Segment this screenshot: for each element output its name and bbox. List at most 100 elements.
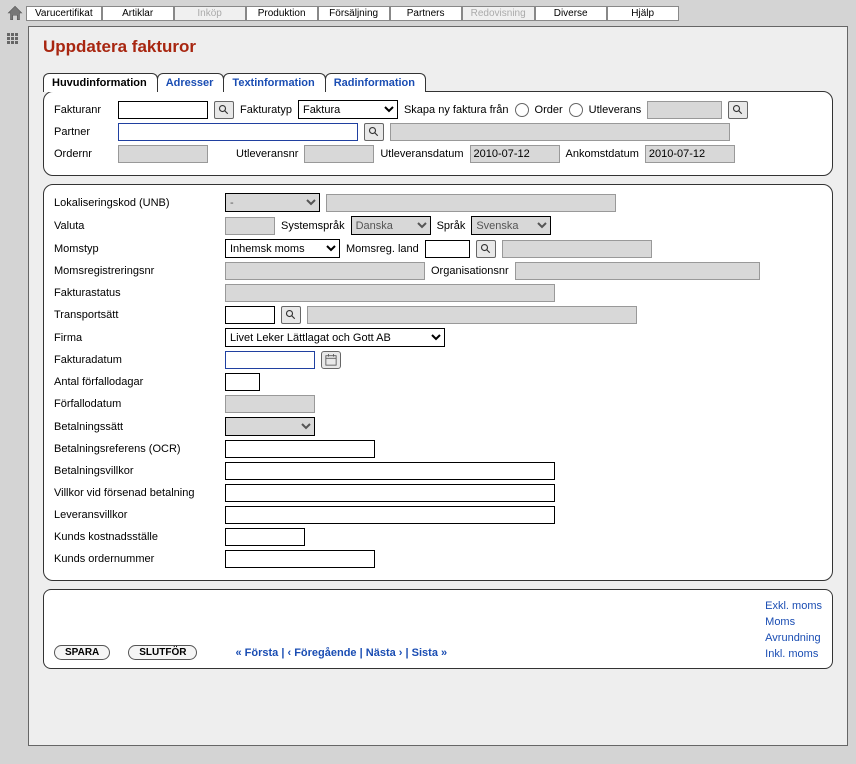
totals-box: Exkl. moms Moms Avrundning Inkl. moms	[765, 598, 822, 662]
tab-hjalp[interactable]: Hjälp	[607, 6, 679, 21]
ordernr-label: Ordernr	[54, 148, 112, 160]
ankomstdatum-label: Ankomstdatum	[566, 148, 639, 160]
betalningssatt-select[interactable]	[225, 417, 315, 436]
betalningsvillkor-label: Betalningsvillkor	[54, 465, 219, 477]
momsregland-lookup-icon[interactable]	[476, 240, 496, 258]
ocr-input[interactable]	[225, 440, 375, 458]
kostnadsstalle-label: Kunds kostnadsställe	[54, 531, 219, 543]
betalningssatt-label: Betalningssätt	[54, 421, 219, 433]
forfallodatum-label: Förfallodatum	[54, 398, 219, 410]
forfallodagar-label: Antal förfallodagar	[54, 376, 219, 388]
order-radio[interactable]	[515, 103, 529, 117]
tab-produktion[interactable]: Produktion	[246, 6, 318, 21]
fakturanr-label: Fakturanr	[54, 104, 112, 116]
last-link[interactable]: Sista »	[412, 647, 447, 659]
systemsprak-label: Systemspråk	[281, 220, 345, 232]
transportsatt-display	[307, 306, 637, 324]
organisationsnr-input	[515, 262, 760, 280]
sprak-select: Svenska	[471, 216, 551, 235]
forsenad-input[interactable]	[225, 484, 555, 502]
utleverans-input[interactable]	[647, 101, 722, 119]
forfallodagar-input[interactable]	[225, 373, 260, 391]
utleverans-lookup-icon[interactable]	[728, 101, 748, 119]
tab-radinformation[interactable]: Radinformation	[325, 73, 426, 92]
lokalisering-display	[326, 194, 616, 212]
order-label: Order	[535, 104, 563, 116]
sprak-label: Språk	[437, 220, 466, 232]
total-avrundning: Avrundning	[765, 630, 822, 646]
momsregnr-input	[225, 262, 425, 280]
next-link[interactable]: Nästa ›	[366, 647, 403, 659]
kostnadsstalle-input[interactable]	[225, 528, 305, 546]
prev-link[interactable]: ‹ Föregående	[287, 647, 356, 659]
tab-huvudinformation[interactable]: Huvudinformation	[43, 73, 158, 92]
leveransvillkor-input[interactable]	[225, 506, 555, 524]
tab-inkop: Inköp	[174, 6, 246, 21]
tab-varucertifikat[interactable]: Varucertifikat	[26, 6, 102, 21]
first-link[interactable]: « Första	[235, 647, 278, 659]
save-button[interactable]: SPARA	[54, 645, 110, 660]
calendar-icon[interactable]	[321, 351, 341, 369]
momsregnr-label: Momsregistreringsnr	[54, 265, 219, 277]
side-menu-icon[interactable]	[4, 30, 22, 48]
utleveransdatum-label: Utleveransdatum	[380, 148, 463, 160]
ordernummer-input[interactable]	[225, 550, 375, 568]
fakturatyp-select[interactable]: Faktura	[298, 100, 398, 119]
tab-diverse[interactable]: Diverse	[535, 6, 607, 21]
utleverans-radio[interactable]	[569, 103, 583, 117]
fakturadatum-input[interactable]	[225, 351, 315, 369]
tab-adresser[interactable]: Adresser	[157, 73, 225, 92]
utleveransnr-label: Utleveransnr	[236, 148, 298, 160]
total-inkl: Inkl. moms	[765, 646, 822, 662]
lokalisering-label: Lokaliseringskod (UNB)	[54, 197, 219, 209]
pagination: « Första | ‹ Föregående | Nästa › | Sist…	[235, 647, 447, 659]
momstyp-select[interactable]: Inhemsk moms	[225, 239, 340, 258]
ankomstdatum-input	[645, 145, 735, 163]
partner-lookup-icon[interactable]	[364, 123, 384, 141]
partner-name-display	[390, 123, 730, 141]
tab-forsaljning[interactable]: Försäljning	[318, 6, 390, 21]
page-title: Uppdatera fakturor	[43, 37, 833, 57]
ordernummer-label: Kunds ordernummer	[54, 553, 219, 565]
utleverans-label: Utleverans	[589, 104, 642, 116]
firma-label: Firma	[54, 332, 219, 344]
organisationsnr-label: Organisationsnr	[431, 265, 509, 277]
footer-section: SPARA SLUTFÖR « Första | ‹ Föregående | …	[43, 589, 833, 669]
transportsatt-label: Transportsätt	[54, 309, 219, 321]
tab-artiklar[interactable]: Artiklar	[102, 6, 174, 21]
section-details: Lokaliseringskod (UNB) - Valuta Systemsp…	[43, 184, 833, 581]
utleveransnr-input	[304, 145, 374, 163]
total-moms: Moms	[765, 614, 822, 630]
ordernr-input	[118, 145, 208, 163]
tab-textinformation[interactable]: Textinformation	[223, 73, 325, 92]
betalningsvillkor-input[interactable]	[225, 462, 555, 480]
momsregland-label: Momsreg. land	[346, 243, 419, 255]
forsenad-label: Villkor vid försenad betalning	[54, 487, 219, 499]
home-icon[interactable]	[6, 4, 24, 22]
fakturadatum-label: Fakturadatum	[54, 354, 219, 366]
firma-select[interactable]: Livet Leker Lättlagat och Gott AB	[225, 328, 445, 347]
valuta-input	[225, 217, 275, 235]
utleveransdatum-input	[470, 145, 560, 163]
leveransvillkor-label: Leveransvillkor	[54, 509, 219, 521]
forfallodatum-input	[225, 395, 315, 413]
transportsatt-input[interactable]	[225, 306, 275, 324]
partner-input[interactable]	[118, 123, 358, 141]
total-exkl: Exkl. moms	[765, 598, 822, 614]
transportsatt-lookup-icon[interactable]	[281, 306, 301, 324]
fakturanr-input[interactable]	[118, 101, 208, 119]
skapa-label: Skapa ny faktura från	[404, 104, 509, 116]
fakturastatus-input	[225, 284, 555, 302]
finish-button[interactable]: SLUTFÖR	[128, 645, 197, 660]
systemsprak-select: Danska	[351, 216, 431, 235]
tab-partners[interactable]: Partners	[390, 6, 462, 21]
momsregland-display	[502, 240, 652, 258]
fakturanr-lookup-icon[interactable]	[214, 101, 234, 119]
momsregland-input[interactable]	[425, 240, 470, 258]
section-header-info: Fakturanr Fakturatyp Faktura Skapa ny fa…	[43, 91, 833, 176]
ocr-label: Betalningsreferens (OCR)	[54, 443, 219, 455]
partner-label: Partner	[54, 126, 112, 138]
fakturatyp-label: Fakturatyp	[240, 104, 292, 116]
lokalisering-select[interactable]: -	[225, 193, 320, 212]
tab-redovisning: Redovisning	[462, 6, 535, 21]
